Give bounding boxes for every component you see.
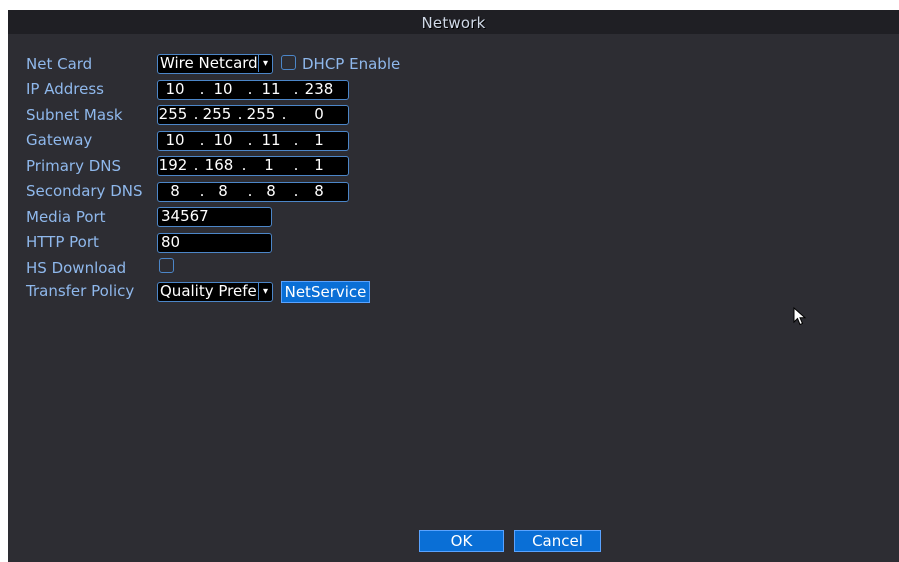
net-card-value: Wire Netcard (160, 55, 258, 72)
ip-octet[interactable]: 255 (202, 106, 232, 123)
gateway-label: Gateway (26, 131, 93, 149)
dot-separator: . (199, 80, 205, 98)
dot-separator: . (247, 80, 253, 98)
dot-separator: . (293, 182, 299, 200)
subnet-mask-label: Subnet Mask (26, 106, 123, 124)
dot-separator: . (199, 131, 205, 149)
ip-octet[interactable]: 8 (256, 183, 286, 200)
ip-octet[interactable]: 8 (208, 183, 238, 200)
dot-separator: . (193, 105, 199, 123)
media-port-label: Media Port (26, 208, 106, 226)
hs-download-label: HS Download (26, 259, 127, 277)
ip-octet[interactable]: 238 (304, 81, 334, 98)
secondary-dns-label: Secondary DNS (26, 182, 143, 200)
net-card-select[interactable]: Wire Netcard ▾ (157, 54, 273, 74)
transfer-policy-label: Transfer Policy (26, 282, 135, 300)
ip-octet[interactable]: 1 (304, 157, 334, 174)
dot-separator: . (247, 182, 253, 200)
dot-separator: . (281, 105, 287, 123)
mouse-pointer-icon (793, 307, 807, 326)
ip-octet[interactable]: 10 (160, 132, 190, 149)
media-port-input[interactable]: 34567 (157, 207, 272, 227)
dot-separator: . (293, 131, 299, 149)
primary-dns-label: Primary DNS (26, 157, 122, 175)
dot-separator: . (293, 156, 299, 174)
ip-octet[interactable]: 11 (256, 132, 286, 149)
ip-address-field[interactable]: 10 . 10 . 11 . 238 (157, 80, 349, 100)
chevron-down-icon[interactable]: ▾ (258, 55, 272, 72)
network-dialog: Network Net Card Wire Netcard ▾ DHCP Ena… (8, 10, 899, 562)
transfer-policy-select[interactable]: Quality Prefe ▾ (157, 282, 273, 302)
dot-separator: . (193, 156, 199, 174)
ip-octet[interactable]: 0 (304, 106, 334, 123)
dialog-title: Network (421, 14, 486, 32)
subnet-mask-field[interactable]: 255 . 255 . 255 . 0 (157, 105, 349, 125)
ok-button[interactable]: OK (419, 530, 504, 552)
ip-octet[interactable]: 8 (160, 183, 190, 200)
chevron-down-icon[interactable]: ▾ (258, 283, 272, 300)
ip-octet[interactable]: 11 (256, 81, 286, 98)
secondary-dns-field[interactable]: 8 . 8 . 8 . 8 (157, 182, 349, 202)
ip-octet[interactable]: 192 (158, 157, 188, 174)
ip-octet[interactable]: 8 (304, 183, 334, 200)
primary-dns-field[interactable]: 192 . 168 . 1 . 1 (157, 156, 349, 176)
ip-octet[interactable]: 10 (208, 132, 238, 149)
http-port-input[interactable]: 80 (157, 233, 272, 253)
ip-octet[interactable]: 1 (304, 132, 334, 149)
dhcp-enable-label: DHCP Enable (302, 55, 401, 73)
gateway-field[interactable]: 10 . 10 . 11 . 1 (157, 131, 349, 151)
dot-separator: . (237, 105, 243, 123)
hs-download-checkbox[interactable] (159, 258, 174, 273)
http-port-label: HTTP Port (26, 233, 99, 251)
cancel-button[interactable]: Cancel (514, 530, 601, 552)
dhcp-enable-checkbox[interactable] (281, 55, 296, 70)
ip-octet[interactable]: 168 (204, 157, 234, 174)
net-card-label: Net Card (26, 55, 93, 73)
dot-separator: . (199, 182, 205, 200)
ip-octet[interactable]: 1 (254, 157, 284, 174)
dot-separator: . (241, 156, 247, 174)
ip-octet[interactable]: 10 (160, 81, 190, 98)
titlebar: Network (8, 10, 899, 34)
dot-separator: . (293, 80, 299, 98)
ip-octet[interactable]: 10 (208, 81, 238, 98)
ip-octet[interactable]: 255 (246, 106, 276, 123)
ip-address-label: IP Address (26, 80, 104, 98)
transfer-policy-value: Quality Prefe (160, 283, 257, 300)
netservice-button[interactable]: NetService (281, 281, 370, 303)
dot-separator: . (247, 131, 253, 149)
ip-octet[interactable]: 255 (158, 106, 188, 123)
